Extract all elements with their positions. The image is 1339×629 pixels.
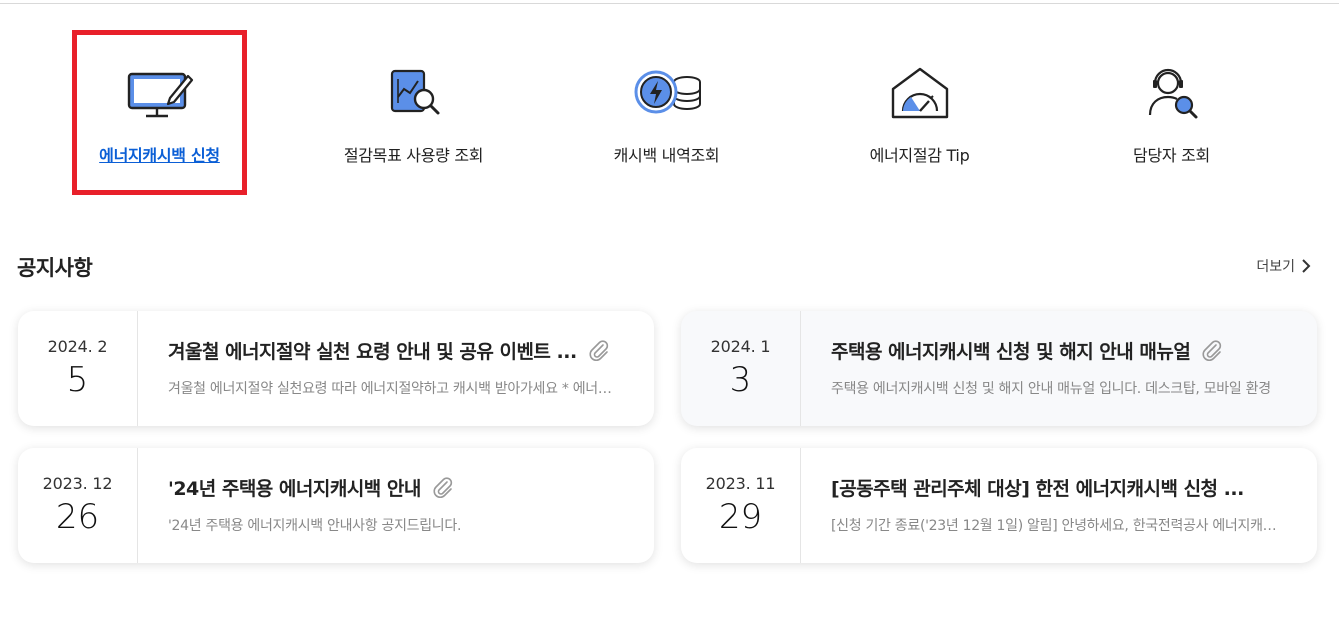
notice-description: 겨울철 에너지절약 실천요령 따라 에너지절약하고 캐시백 받아가세요 * 에너… <box>168 381 624 397</box>
quick-menu: 에너지캐시백 신청 절감목표 사용량 조회 캐시백 내역조회 에너지절감 Tip… <box>0 30 1339 195</box>
quick-menu-item-usage-inquiry[interactable]: 절감목표 사용량 조회 <box>326 30 501 195</box>
more-link[interactable]: 더보기 <box>1256 256 1311 276</box>
top-divider <box>0 3 1339 4</box>
chevron-right-icon <box>1302 259 1311 273</box>
monitor-pen-icon <box>124 64 196 122</box>
notice-title: '24년 주택용 에너지캐시백 안내 <box>168 478 421 500</box>
headset-search-icon <box>1136 64 1208 122</box>
quick-menu-item-cashback-history[interactable]: 캐시백 내역조회 <box>579 30 754 195</box>
notice-day: 5 <box>66 360 89 400</box>
quick-menu-item-saving-tip[interactable]: 에너지절감 Tip <box>832 30 1007 195</box>
notice-year-month: 2024. 2 <box>47 337 108 356</box>
notice-card[interactable]: 2024. 2 5 겨울철 에너지절약 실천 요령 안내 및 공유 이벤트 ..… <box>18 311 654 426</box>
paperclip-icon <box>1202 339 1222 361</box>
notice-title: 주택용 에너지캐시백 신청 및 해지 안내 매뉴얼 <box>831 341 1191 363</box>
quick-menu-label: 담당자 조회 <box>1133 146 1210 165</box>
quick-menu-label: 캐시백 내역조회 <box>613 146 720 165</box>
cashback-coins-icon <box>631 64 703 122</box>
paperclip-icon <box>589 339 608 361</box>
notice-title: [공동주택 관리주체 대상] 한전 에너지캐시백 신청 ... <box>831 478 1244 500</box>
quick-menu-item-cashback-apply[interactable]: 에너지캐시백 신청 <box>72 30 247 195</box>
notice-description: 주택용 에너지캐시백 신청 및 해지 안내 매뉴얼 입니다. 데스크탑, 모바일… <box>831 381 1271 397</box>
notice-card[interactable]: 2023. 11 29 [공동주택 관리주체 대상] 한전 에너지캐시백 신청 … <box>681 448 1317 563</box>
notice-card[interactable]: 2024. 1 3 주택용 에너지캐시백 신청 및 해지 안내 매뉴얼 주택용 … <box>681 311 1317 426</box>
chart-search-icon <box>378 64 450 122</box>
quick-menu-label: 에너지절감 Tip <box>869 146 970 165</box>
notice-description: '24년 주택용 에너지캐시백 안내사항 공지드립니다. <box>168 518 462 534</box>
notice-section-title: 공지사항 <box>17 256 93 280</box>
house-gauge-icon <box>884 64 956 122</box>
notice-year-month: 2024. 1 <box>710 337 771 356</box>
notice-date: 2024. 1 3 <box>681 311 801 426</box>
quick-menu-item-manager-inquiry[interactable]: 담당자 조회 <box>1084 30 1259 195</box>
notice-description: [신청 기간 종료('23년 12월 1일) 알림] 안녕하세요, 한국전력공사… <box>831 518 1287 534</box>
notice-card[interactable]: 2023. 12 26 '24년 주택용 에너지캐시백 안내 '24년 주택용 … <box>18 448 654 563</box>
paperclip-icon <box>433 476 453 498</box>
quick-menu-label: 절감목표 사용량 조회 <box>343 146 484 165</box>
notice-date: 2023. 12 26 <box>18 448 138 563</box>
notice-year-month: 2023. 12 <box>42 474 113 493</box>
notice-title: 겨울철 에너지절약 실천 요령 안내 및 공유 이벤트 ... <box>168 341 577 363</box>
notice-date: 2023. 11 29 <box>681 448 801 563</box>
notice-date: 2024. 2 5 <box>18 311 138 426</box>
notice-day: 26 <box>55 497 100 537</box>
notice-day: 3 <box>729 360 752 400</box>
notice-year-month: 2023. 11 <box>705 474 776 493</box>
notice-day: 29 <box>718 497 763 537</box>
quick-menu-label: 에너지캐시백 신청 <box>99 146 220 165</box>
more-link-label: 더보기 <box>1256 259 1295 275</box>
